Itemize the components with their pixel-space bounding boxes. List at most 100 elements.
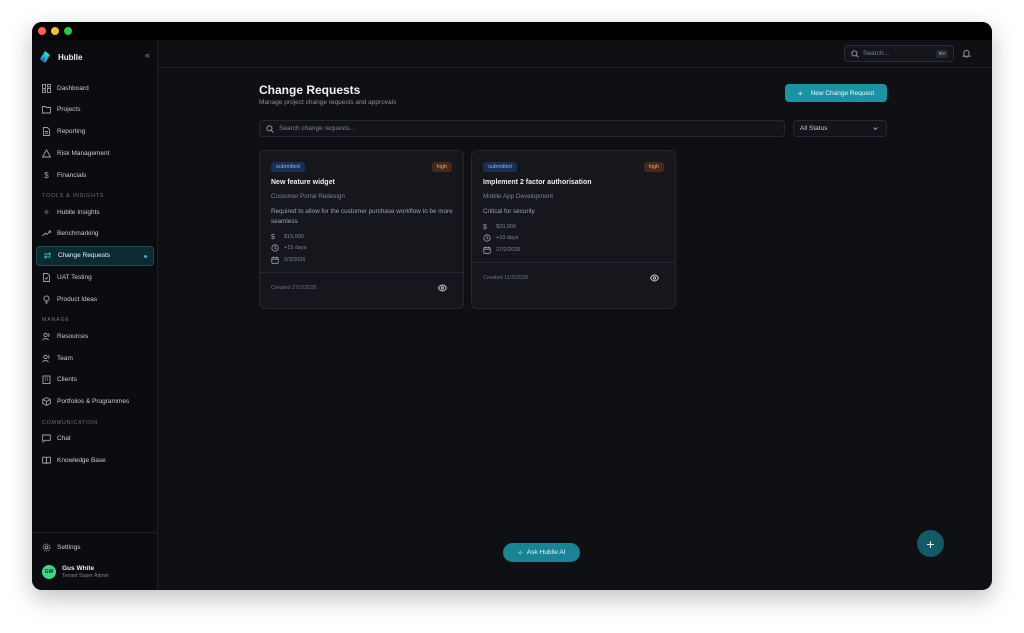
change-request-search-input[interactable]: Search change requests... (259, 120, 785, 137)
users-icon (42, 354, 51, 363)
sidebar-item-uat-testing[interactable]: UAT Testing (36, 268, 154, 288)
sidebar-nav: Dashboard Projects Reporting Risk Manage… (36, 78, 154, 472)
card-cost: $ $20,000 (483, 223, 516, 231)
sidebar-item-label: Dashboard (57, 84, 89, 92)
gear-icon (42, 543, 51, 552)
title-bar (32, 22, 992, 40)
new-button-label: New Change Request (810, 89, 875, 97)
user-profile[interactable]: GW Gus White Tenant Super Admin (42, 565, 109, 579)
sidebar-item-reporting[interactable]: Reporting (36, 122, 154, 142)
dollar-icon: $ (44, 170, 49, 180)
alert-triangle-icon (42, 148, 51, 158)
change-request-card[interactable]: submitted high New feature widget Custom… (259, 150, 464, 309)
sparkles-icon: ✧ (43, 207, 50, 217)
sidebar-item-hublle-insights[interactable]: ✧ Hublle Insights (36, 202, 154, 222)
status-badge: submitted (483, 162, 517, 172)
sidebar-footer: Settings GW Gus White Tenant Super Admin (32, 532, 158, 590)
sidebar-item-label: Hublle Insights (57, 208, 100, 216)
user-role: Tenant Super Admin (62, 573, 109, 579)
dollar-icon: $ (271, 233, 275, 241)
sidebar-item-risk-management[interactable]: Risk Management (36, 143, 154, 163)
sidebar-item-knowledge-base[interactable]: Knowledge Base (36, 451, 154, 471)
card-description: Required to allow for the customer purch… (271, 208, 453, 225)
book-icon (42, 456, 51, 465)
close-window-button[interactable] (38, 27, 46, 35)
card-title: New feature widget (271, 179, 335, 186)
sidebar-item-clients[interactable]: Clients (36, 370, 154, 390)
sidebar-item-dashboard[interactable]: Dashboard (36, 78, 154, 98)
floating-add-button[interactable]: + (917, 530, 944, 557)
users-icon (42, 332, 51, 341)
sidebar-item-label: Clients (57, 376, 77, 384)
lightbulb-icon (42, 295, 51, 304)
sparkles-icon: ✧ (517, 549, 523, 557)
sidebar-item-projects[interactable]: Projects (36, 100, 154, 120)
page-title: Change Requests (259, 83, 361, 97)
plus-icon: + (926, 535, 935, 552)
avatar: GW (42, 565, 56, 579)
sidebar-item-label: Chat (57, 435, 71, 443)
eye-icon[interactable] (438, 284, 447, 292)
file-text-icon (42, 127, 51, 137)
page-subtitle: Manage project change requests and appro… (259, 99, 397, 106)
settings-label: Settings (57, 544, 81, 551)
sidebar: Hublle « Dashboard Projects Reporting Ri… (32, 40, 158, 590)
sidebar-item-product-ideas[interactable]: Product Ideas (36, 289, 154, 309)
ask-ai-label: Ask Hublle AI (526, 549, 566, 556)
trending-up-icon (42, 229, 51, 238)
arrows-swap-icon (43, 251, 52, 260)
eye-icon[interactable] (650, 274, 659, 282)
priority-badge: high (431, 162, 452, 172)
card-description: Critical for security (483, 208, 535, 215)
sidebar-item-team[interactable]: Team (36, 348, 154, 368)
ask-hublle-ai-button[interactable]: ✧ Ask Hublle AI (503, 543, 580, 562)
sidebar-item-label: UAT Testing (57, 274, 92, 282)
sidebar-item-financials[interactable]: $ Financials (36, 165, 154, 185)
card-duration: +15 days (271, 244, 306, 252)
message-icon (42, 434, 51, 444)
sidebar-item-benchmarking[interactable]: Benchmarking (36, 224, 154, 244)
section-label-manage: MANAGE (42, 317, 70, 324)
calendar-icon (483, 246, 491, 254)
card-date: 2/3/2026 (271, 256, 305, 264)
sidebar-item-change-requests[interactable]: Change Requests (36, 245, 154, 266)
bell-icon[interactable] (962, 49, 971, 58)
minimize-window-button[interactable] (51, 27, 59, 35)
top-bar: Search... ⌘K (159, 40, 992, 68)
change-request-card[interactable]: submitted high Implement 2 factor author… (471, 150, 676, 309)
building-icon (42, 375, 51, 385)
priority-badge: high (643, 162, 664, 172)
layout-grid-icon (42, 83, 51, 93)
user-name: Gus White (62, 565, 95, 572)
double-chevron-left-icon[interactable]: « (145, 50, 150, 60)
clock-icon (271, 244, 279, 252)
search-icon (851, 49, 859, 58)
sidebar-item-label: Product Ideas (57, 295, 98, 303)
sidebar-item-chat[interactable]: Chat (36, 429, 154, 449)
duration-value: +10 days (496, 235, 519, 241)
sidebar-item-resources[interactable]: Resources (36, 326, 154, 346)
status-filter-select[interactable]: All Status (793, 120, 887, 137)
calendar-icon (271, 256, 279, 264)
sidebar-item-label: Resources (57, 332, 89, 340)
sidebar-item-label: Knowledge Base (57, 457, 106, 465)
sidebar-item-portfolios[interactable]: Portfolios & Programmes (36, 392, 154, 412)
cost-value: $20,000 (496, 224, 516, 230)
global-search-input[interactable]: Search... ⌘K (844, 45, 954, 62)
date-value: 2/3/2026 (284, 257, 306, 263)
card-divider (472, 262, 675, 263)
sidebar-item-label: Change Requests (58, 252, 111, 260)
search-icon (266, 124, 274, 133)
new-change-request-button[interactable]: + New Change Request (785, 84, 887, 102)
maximize-window-button[interactable] (64, 27, 72, 35)
card-duration: +10 days (483, 234, 518, 242)
sidebar-item-label: Team (57, 354, 73, 362)
search-placeholder: Search... (863, 50, 890, 57)
card-project: Mobile App Development (483, 193, 554, 200)
sidebar-item-settings[interactable]: Settings (42, 543, 81, 552)
card-cost: $ $15,000 (271, 233, 304, 241)
status-filter-value: All Status (800, 125, 828, 132)
main-content: Change Requests Manage project change re… (159, 69, 992, 590)
folder-icon (42, 105, 51, 114)
package-icon (42, 397, 51, 407)
